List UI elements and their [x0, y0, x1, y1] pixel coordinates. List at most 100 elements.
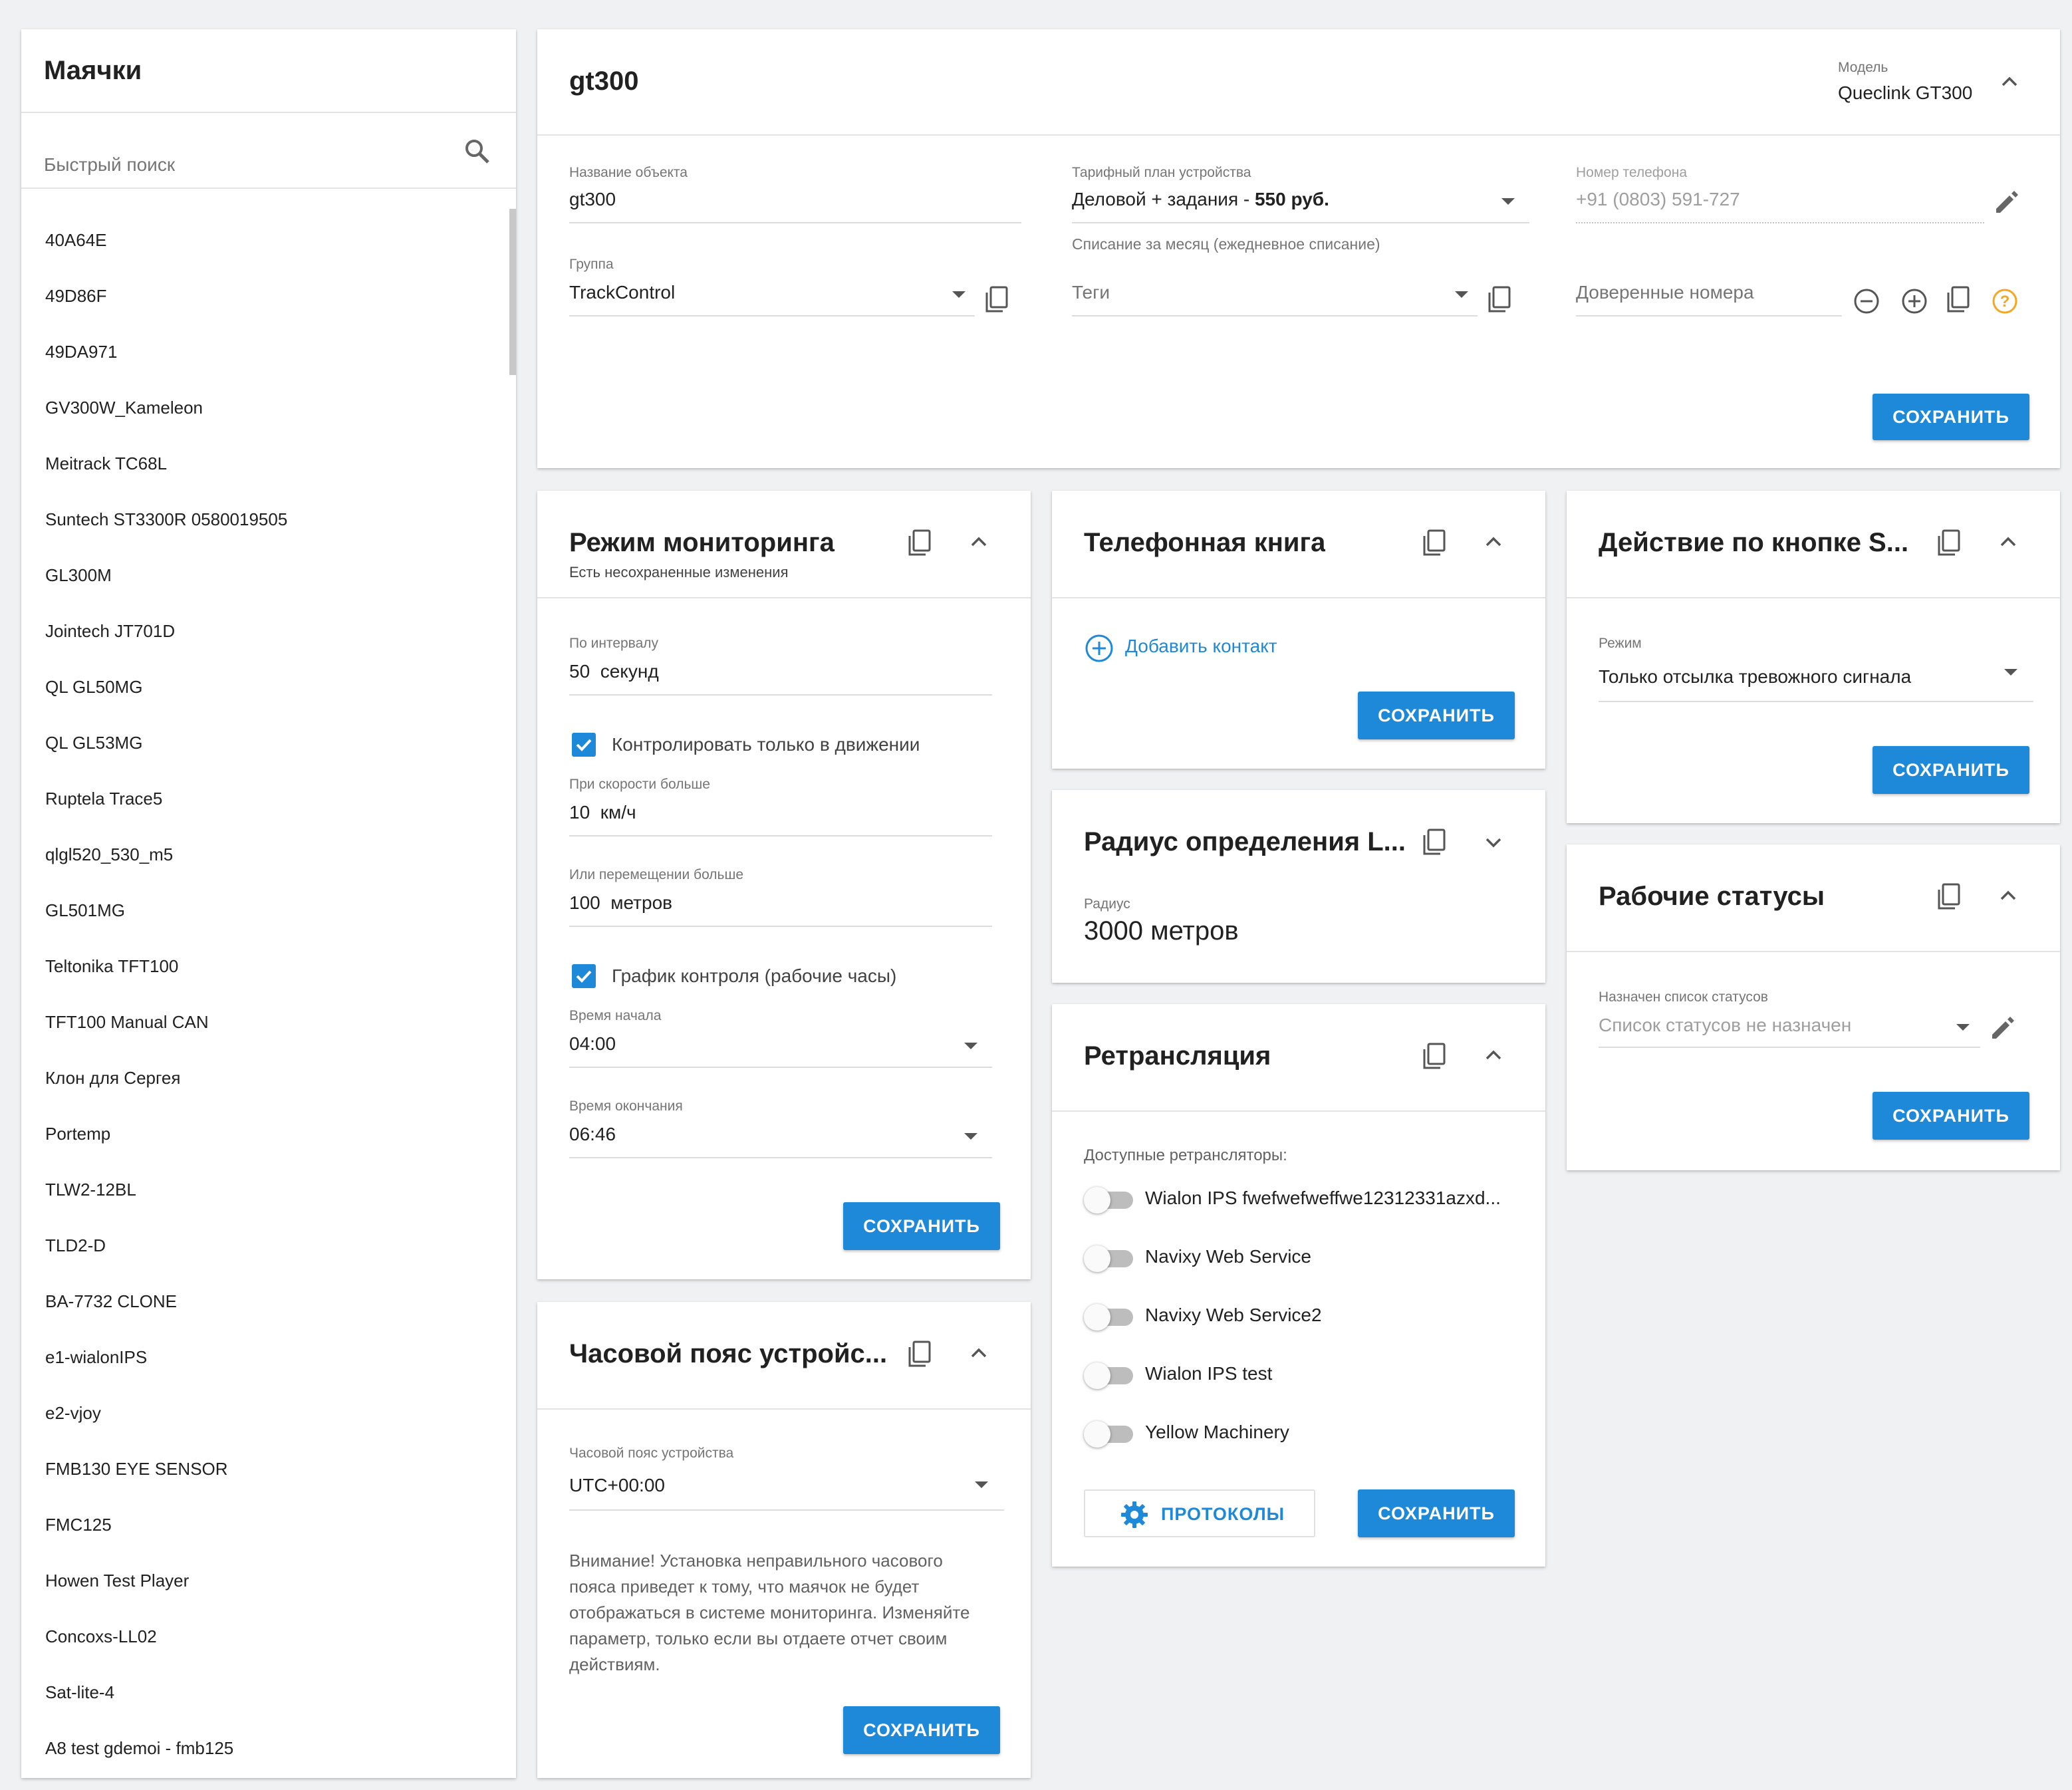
sidebar-list-item[interactable]: Клон для Сергея — [45, 1068, 180, 1088]
distance-unit: метров — [610, 892, 673, 913]
sidebar-list-item[interactable]: Concoxs-LL02 — [45, 1626, 157, 1647]
sidebar-list-item[interactable]: GV300W_Kameleon — [45, 398, 203, 418]
save-button[interactable]: СОХРАНИТЬ — [1873, 1092, 2029, 1140]
group-dropdown-arrow[interactable] — [952, 291, 966, 298]
sidebar-list-item[interactable]: QL GL50MG — [45, 677, 142, 698]
copy-icon[interactable] — [1487, 285, 1513, 315]
group-select[interactable]: TrackControl — [569, 282, 675, 303]
chevron-up-icon[interactable] — [1999, 533, 2017, 552]
phone-field[interactable]: +91 (0803) 591-727 — [1576, 189, 1740, 210]
mode-dropdown-arrow[interactable] — [2004, 669, 2017, 676]
mode-label: Режим — [1599, 636, 1642, 651]
retranslator-toggle[interactable] — [1084, 1301, 1134, 1334]
sidebar-list-item[interactable]: GL300M — [45, 565, 112, 586]
sidebar-list-item[interactable]: TLW2-12BL — [45, 1180, 136, 1200]
interval-field[interactable]: 50 секунд — [569, 661, 659, 682]
save-button[interactable]: СОХРАНИТЬ — [1358, 1489, 1515, 1537]
copy-icon[interactable] — [1422, 1041, 1448, 1072]
sidebar-list-item[interactable]: FMC125 — [45, 1515, 112, 1535]
sidebar-list-item[interactable]: Sat-lite-4 — [45, 1682, 114, 1703]
chevron-up-icon[interactable] — [970, 533, 988, 552]
add-contact-link[interactable]: Добавить контакт — [1125, 636, 1277, 657]
save-button[interactable]: СОХРАНИТЬ — [1873, 746, 2029, 794]
sidebar-list-item[interactable]: A8 test gdemoi - fmb125 — [45, 1738, 233, 1759]
chevron-up-icon[interactable] — [1999, 887, 2017, 906]
protocols-button[interactable]: ПРОТОКОЛЫ — [1084, 1489, 1315, 1537]
chevron-down-icon[interactable] — [1484, 834, 1503, 852]
status-list-select[interactable]: Список статусов не назначен — [1599, 1015, 1851, 1036]
warning-line: отображаться в системе мониторинга. Изме… — [569, 1602, 970, 1622]
sidebar-list-item[interactable]: Portemp — [45, 1124, 110, 1144]
tariff-dropdown-arrow[interactable] — [1501, 198, 1515, 205]
speed-field[interactable]: 10 км/ч — [569, 802, 636, 823]
status-list-dropdown-arrow[interactable] — [1956, 1024, 1970, 1031]
sidebar-list-item[interactable]: FMB130 EYE SENSOR — [45, 1459, 228, 1479]
remove-circle-icon[interactable] — [1853, 287, 1880, 315]
add-circle-icon[interactable] — [1900, 287, 1928, 315]
monitoring-title: Режим мониторинга — [569, 528, 835, 557]
sidebar-list-item[interactable]: e1-wialonIPS — [45, 1347, 147, 1368]
chevron-up-icon[interactable] — [1484, 533, 1503, 552]
sidebar-scrollbar[interactable] — [509, 209, 516, 375]
search-icon[interactable] — [463, 137, 492, 166]
mode-select[interactable]: Только отсылка тревожного сигнала — [1599, 666, 1911, 688]
help-icon[interactable]: ? — [1991, 287, 2019, 315]
copy-icon[interactable] — [1936, 528, 1963, 559]
copy-icon[interactable] — [1946, 285, 1972, 315]
tariff-select[interactable]: Деловой + задания - 550 руб. — [1072, 189, 1329, 210]
sidebar-list-item[interactable]: Suntech ST3300R 0580019505 — [45, 509, 287, 530]
chevron-up-icon[interactable] — [970, 1344, 988, 1363]
sidebar-list-item[interactable]: 40A64E — [45, 230, 107, 251]
timezone-dropdown-arrow[interactable] — [975, 1481, 988, 1488]
retranslator-toggle[interactable] — [1084, 1418, 1134, 1451]
sidebar-list-item[interactable]: TLD2-D — [45, 1235, 106, 1256]
copy-icon[interactable] — [1422, 528, 1448, 559]
end-time-select[interactable]: 06:46 — [569, 1124, 616, 1145]
retranslator-toggle[interactable] — [1084, 1359, 1134, 1392]
tags-dropdown-arrow[interactable] — [1455, 291, 1468, 298]
monitoring-card: Режим мониторинга Есть несохраненные изм… — [537, 491, 1031, 1279]
sidebar-list-item[interactable]: BA-7732 CLONE — [45, 1291, 177, 1312]
sidebar-list-item[interactable]: TFT100 Manual CAN — [45, 1012, 209, 1033]
sidebar-list-item[interactable]: QL GL53MG — [45, 733, 142, 753]
copy-icon[interactable] — [907, 528, 934, 559]
retranslator-toggle[interactable] — [1084, 1242, 1134, 1275]
sidebar-list-item[interactable]: GL501MG — [45, 900, 125, 921]
edit-icon[interactable] — [1990, 1013, 2017, 1041]
trusted-numbers-input[interactable]: Доверенные номера — [1576, 282, 1754, 303]
sidebar-list-item[interactable]: Teltonika TFT100 — [45, 956, 178, 977]
sidebar-list-item[interactable]: e2-vjoy — [45, 1403, 101, 1424]
end-time-dropdown-arrow[interactable] — [964, 1133, 977, 1140]
start-time-dropdown-arrow[interactable] — [964, 1043, 977, 1049]
search-input[interactable] — [44, 152, 443, 178]
copy-icon[interactable] — [984, 285, 1011, 315]
copy-icon[interactable] — [1422, 827, 1448, 858]
timezone-select[interactable]: UTC+00:00 — [569, 1475, 665, 1496]
sidebar-list-item[interactable]: 49D86F — [45, 286, 107, 307]
save-button[interactable]: СОХРАНИТЬ — [1873, 394, 2029, 440]
save-button[interactable]: СОХРАНИТЬ — [1358, 692, 1515, 739]
copy-icon[interactable] — [1936, 882, 1963, 912]
save-button[interactable]: СОХРАНИТЬ — [843, 1706, 1000, 1754]
sidebar-list-item[interactable]: Ruptela Trace5 — [45, 789, 162, 809]
sidebar-list-item[interactable]: 49DA971 — [45, 342, 117, 362]
retranslator-row: Yellow Machinery — [1084, 1418, 1523, 1451]
retranslator-toggle[interactable] — [1084, 1184, 1134, 1217]
edit-icon[interactable] — [1994, 188, 2021, 215]
motion-only-checkbox[interactable] — [572, 733, 596, 757]
sidebar-list-item[interactable]: Howen Test Player — [45, 1571, 189, 1591]
lbs-radius-card: Радиус определения L... Радиус 3000 метр… — [1052, 790, 1545, 983]
copy-icon[interactable] — [907, 1339, 934, 1370]
chevron-up-icon[interactable] — [1484, 1047, 1503, 1065]
sidebar-list-item[interactable]: Meitrack TC68L — [45, 453, 167, 474]
start-time-select[interactable]: 04:00 — [569, 1033, 616, 1055]
name-field[interactable]: gt300 — [569, 189, 616, 210]
tags-select[interactable]: Теги — [1072, 282, 1110, 303]
sidebar-list-item[interactable]: qlgl520_530_m5 — [45, 844, 173, 865]
schedule-checkbox[interactable] — [572, 964, 596, 988]
add-circle-icon[interactable] — [1084, 633, 1114, 664]
distance-field[interactable]: 100 метров — [569, 892, 672, 914]
sidebar-list-item[interactable]: Jointech JT701D — [45, 621, 175, 642]
save-button[interactable]: СОХРАНИТЬ — [843, 1202, 1000, 1250]
chevron-up-icon[interactable] — [2000, 73, 2019, 92]
